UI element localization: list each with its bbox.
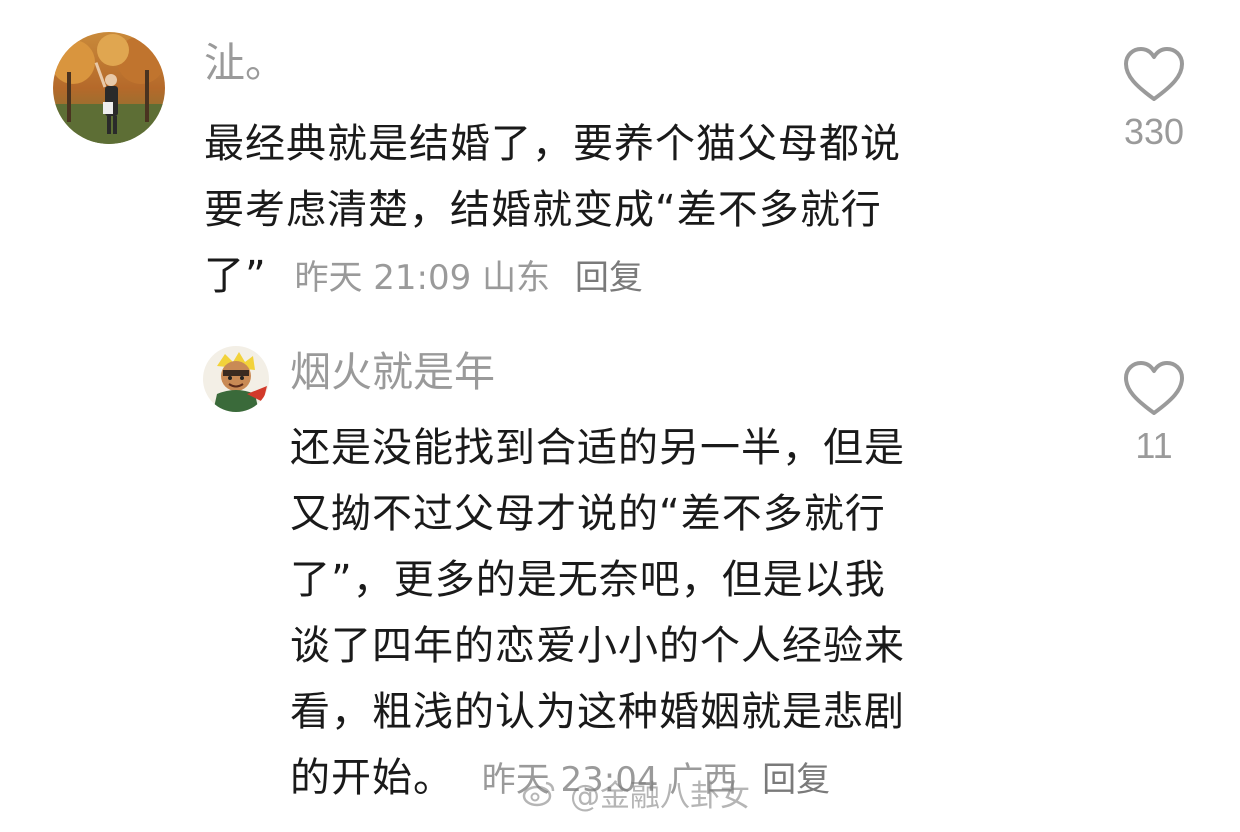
heart-icon bbox=[1124, 47, 1184, 101]
avatar[interactable] bbox=[53, 32, 165, 144]
like-count: 330 bbox=[1123, 111, 1185, 152]
weibo-icon bbox=[522, 779, 556, 816]
comment-time: 昨天 21:09 bbox=[294, 258, 472, 298]
comment-meta: 昨天 21:09 山东 回复 bbox=[294, 258, 642, 298]
comment-username[interactable]: 沚。 bbox=[204, 37, 286, 89]
comment-text-line-with-meta: 了” 昨天 21:09 山东 回复 bbox=[204, 246, 643, 308]
comment-text-line: 又拗不过父母才说的“差不多就行 bbox=[290, 491, 886, 537]
comment-text-line: 要考虑清楚，结婚就变成“差不多就行 bbox=[204, 187, 882, 233]
comment-text-tail: 了” bbox=[204, 253, 267, 299]
avatar[interactable] bbox=[203, 346, 269, 412]
comment-text-line: 了”，更多的是无奈吧，但是以我 bbox=[290, 557, 886, 603]
comment-text-line: 最经典就是结婚了，要养个猫父母都说 bbox=[204, 121, 901, 167]
comment-text-line: 还是没能找到合适的另一半，但是 bbox=[290, 425, 905, 471]
reply-button[interactable]: 回复 bbox=[762, 760, 830, 800]
cartoon-character-avatar bbox=[203, 346, 269, 412]
comment-text-tail: 的开始。 bbox=[290, 755, 454, 801]
comment-username[interactable]: 烟火就是年 bbox=[290, 346, 495, 398]
watermark: @金融八卦女 bbox=[522, 779, 750, 816]
like-button[interactable]: 330 bbox=[1114, 46, 1194, 154]
like-button[interactable]: 11 bbox=[1114, 360, 1194, 468]
comment-text-line: 谈了四年的恋爱小小的个人经验来 bbox=[290, 623, 905, 669]
heart-icon bbox=[1124, 361, 1184, 415]
comment-location: 山东 bbox=[482, 258, 551, 298]
watermark-text: @金融八卦女 bbox=[570, 779, 750, 814]
like-count: 11 bbox=[1135, 425, 1173, 466]
user-photo-autumn-avatar bbox=[53, 32, 165, 144]
reply-button[interactable]: 回复 bbox=[575, 258, 643, 298]
comment-text-line: 看，粗浅的认为这种婚姻就是悲剧 bbox=[290, 689, 905, 735]
